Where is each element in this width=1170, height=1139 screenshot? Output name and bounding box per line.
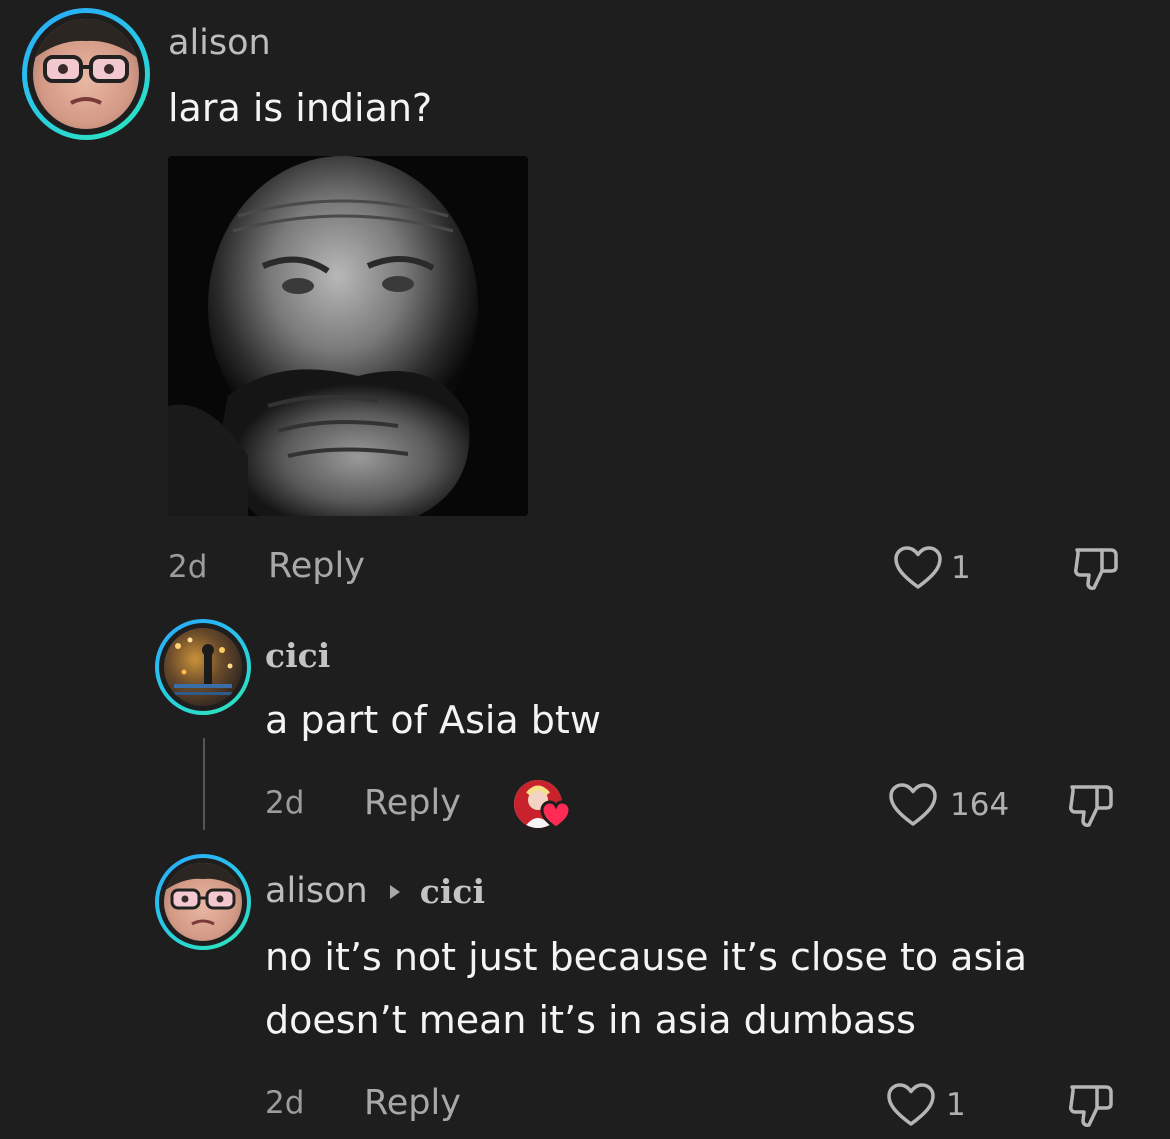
heart-outline-icon bbox=[889, 783, 937, 826]
comment-username[interactable]: alison bbox=[168, 26, 271, 61]
comment-username[interactable]: alison bbox=[265, 874, 368, 909]
avatar-photo bbox=[164, 863, 242, 926]
creator-liked-badge bbox=[514, 780, 572, 832]
like-button[interactable]: 1 bbox=[893, 543, 971, 593]
like-count: 1 bbox=[951, 549, 971, 586]
comment-timestamp: 2d bbox=[168, 549, 208, 585]
like-button[interactable]: 1 bbox=[886, 1080, 966, 1130]
comment-text-line: no it’s not just because it’s close to a… bbox=[265, 935, 1028, 979]
comment-username[interactable]: cici bbox=[265, 639, 330, 672]
avatar[interactable] bbox=[155, 854, 251, 950]
thumbs-down-icon[interactable] bbox=[1071, 544, 1123, 594]
heart-filled-icon bbox=[540, 800, 572, 830]
reply-header: alison cici bbox=[265, 874, 485, 909]
comment-timestamp: 2d bbox=[265, 1085, 305, 1121]
comment-text: a part of Asia btw bbox=[265, 698, 601, 742]
thread-line bbox=[203, 738, 205, 830]
reply-arrow-icon bbox=[389, 884, 400, 899]
comment-text-line: doesn’t mean it’s in asia dumbass bbox=[265, 998, 916, 1042]
thumbs-down-icon[interactable] bbox=[1066, 1081, 1118, 1131]
heart-outline-icon bbox=[887, 1083, 935, 1126]
comment-attached-photo[interactable] bbox=[168, 156, 528, 516]
heart-outline-icon bbox=[894, 546, 942, 589]
avatar-photo bbox=[174, 637, 233, 695]
comment-timestamp: 2d bbox=[265, 785, 305, 821]
reply-to-username[interactable]: cici bbox=[420, 875, 485, 908]
avatar[interactable] bbox=[22, 8, 150, 140]
reply-button[interactable]: Reply bbox=[268, 549, 365, 584]
reply-button[interactable]: Reply bbox=[364, 786, 461, 821]
like-count: 164 bbox=[950, 786, 1010, 823]
like-count: 1 bbox=[946, 1086, 966, 1123]
like-button[interactable]: 164 bbox=[888, 780, 1009, 830]
reply-button[interactable]: Reply bbox=[364, 1086, 461, 1121]
avatar-photo bbox=[33, 19, 139, 105]
avatar[interactable] bbox=[155, 619, 251, 715]
comment-text: lara is indian? bbox=[168, 86, 433, 130]
thumbs-down-icon[interactable] bbox=[1066, 781, 1118, 831]
